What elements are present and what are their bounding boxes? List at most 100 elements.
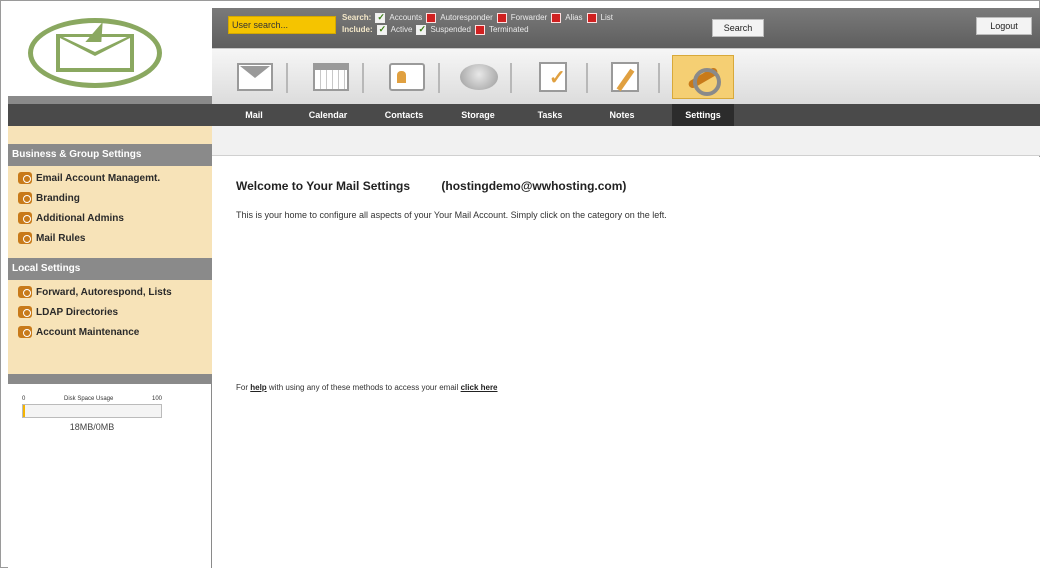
calendar-tool[interactable] bbox=[306, 55, 356, 99]
tab-notes[interactable]: Notes bbox=[602, 104, 642, 126]
tab-storage[interactable]: Storage bbox=[452, 104, 504, 126]
settings-tool[interactable] bbox=[672, 55, 734, 99]
main-content: Welcome to Your Mail Settings (hostingde… bbox=[212, 157, 1040, 568]
contacts-icon bbox=[389, 63, 425, 91]
settings-item-icon bbox=[18, 326, 32, 338]
contacts-tool[interactable] bbox=[382, 55, 432, 99]
sidebar-item-label: Forward, Autorespond, Lists bbox=[36, 286, 172, 298]
storage-tool[interactable] bbox=[454, 55, 504, 99]
disk-usage-fill bbox=[23, 405, 25, 417]
user-search-input[interactable]: User search... bbox=[228, 16, 336, 34]
sidebar-item-account-maintenance[interactable]: Account Maintenance bbox=[18, 326, 139, 338]
settings-item-icon bbox=[18, 172, 32, 184]
list-checkbox[interactable] bbox=[586, 13, 597, 23]
tab-settings[interactable]: Settings bbox=[672, 104, 734, 126]
mail-tool[interactable] bbox=[230, 55, 280, 99]
settings-icon bbox=[683, 62, 723, 96]
logo bbox=[8, 8, 212, 98]
disk-usage-widget: 0 Disk Space Usage 100 18MB/0MB bbox=[22, 396, 162, 432]
click-here-link[interactable]: click here bbox=[461, 383, 498, 392]
sidebar-item-label: Email Account Managemt. bbox=[36, 172, 161, 184]
sidebar-item-ldap-directories[interactable]: LDAP Directories bbox=[18, 306, 118, 318]
separator bbox=[286, 63, 288, 93]
sidebar-item-email-account-management[interactable]: Email Account Managemt. bbox=[18, 172, 160, 184]
account-email: (hostingdemo@wwhosting.com) bbox=[441, 179, 627, 193]
disk-min: 0 bbox=[22, 396, 26, 402]
tab-tasks[interactable]: Tasks bbox=[530, 104, 570, 126]
tab-contacts[interactable]: Contacts bbox=[376, 104, 432, 126]
help-prefix: For bbox=[236, 383, 248, 392]
separator bbox=[510, 63, 512, 93]
terminated-option-label: Terminated bbox=[488, 25, 529, 34]
separator bbox=[362, 63, 364, 93]
header-divider bbox=[8, 96, 212, 104]
welcome-title: Welcome to Your Mail Settings bbox=[236, 179, 411, 193]
active-checkbox[interactable] bbox=[376, 23, 387, 35]
search-label: Search: bbox=[342, 13, 372, 22]
include-options-row: Include: Active Suspended Terminated bbox=[342, 23, 613, 36]
notes-icon bbox=[611, 62, 639, 92]
sidebar-item-label: Branding bbox=[36, 192, 80, 204]
top-bar: User search... Search: Accounts Autoresp… bbox=[212, 8, 1040, 48]
help-middle: with using any of these methods to acces… bbox=[268, 383, 459, 392]
accounts-checkbox[interactable] bbox=[375, 11, 386, 23]
intro-text: This is your home to configure all aspec… bbox=[236, 210, 667, 220]
app-icon-toolbar bbox=[212, 48, 1040, 104]
settings-item-icon bbox=[18, 232, 32, 244]
accounts-option-label: Accounts bbox=[389, 13, 423, 22]
settings-item-icon bbox=[18, 212, 32, 224]
search-button[interactable]: Search bbox=[712, 19, 764, 37]
section-local-settings: Local Settings bbox=[8, 258, 212, 280]
suspended-checkbox[interactable] bbox=[416, 23, 427, 35]
logout-button[interactable]: Logout bbox=[976, 17, 1032, 35]
tasks-tool[interactable] bbox=[528, 55, 578, 99]
disk-max: 100 bbox=[151, 396, 162, 402]
tasks-icon bbox=[539, 62, 567, 92]
sidebar-item-label: LDAP Directories bbox=[36, 306, 119, 318]
autoresponder-option-label: Autoresponder bbox=[440, 13, 493, 22]
disk-usage-label: Disk Space Usage bbox=[63, 396, 114, 402]
section-business-settings: Business & Group Settings bbox=[8, 144, 212, 166]
separator bbox=[586, 63, 588, 93]
settings-item-icon bbox=[18, 286, 32, 298]
disk-usage-scale: 0 Disk Space Usage 100 bbox=[22, 396, 162, 402]
forwarder-option-label: Forwarder bbox=[510, 13, 548, 22]
sidebar-item-forward-autorespond-lists[interactable]: Forward, Autorespond, Lists bbox=[18, 286, 172, 298]
alias-option-label: Alias bbox=[565, 13, 583, 22]
active-option-label: Active bbox=[390, 25, 413, 34]
help-link[interactable]: help bbox=[250, 383, 266, 392]
main-nav: Mail Calendar Contacts Storage Tasks Not… bbox=[212, 104, 1040, 126]
storage-icon bbox=[460, 64, 498, 90]
suspended-option-label: Suspended bbox=[430, 25, 471, 34]
autoresponder-checkbox[interactable] bbox=[426, 13, 437, 23]
sidebar-item-label: Account Maintenance bbox=[36, 326, 140, 338]
settings-item-icon bbox=[18, 306, 32, 318]
search-options: Search: Accounts Autoresponder Forwarder… bbox=[342, 11, 613, 36]
sidebar: Business & Group Settings Email Account … bbox=[8, 126, 212, 568]
alias-checkbox[interactable] bbox=[551, 13, 562, 23]
page-title: Welcome to Your Mail Settings (hostingde… bbox=[236, 179, 626, 193]
disk-usage-text: 18MB/0MB bbox=[69, 422, 115, 432]
subnav-strip bbox=[212, 126, 1040, 156]
notes-tool[interactable] bbox=[600, 55, 650, 99]
list-option-label: List bbox=[600, 13, 613, 22]
sidebar-divider bbox=[8, 374, 212, 384]
mail-icon bbox=[237, 63, 273, 91]
settings-item-icon bbox=[18, 192, 32, 204]
sidebar-item-mail-rules[interactable]: Mail Rules bbox=[18, 232, 85, 244]
separator bbox=[658, 63, 660, 93]
tab-mail[interactable]: Mail bbox=[234, 104, 274, 126]
sidebar-item-label: Mail Rules bbox=[36, 232, 86, 244]
sidebar-item-additional-admins[interactable]: Additional Admins bbox=[18, 212, 124, 224]
sidebar-item-label: Additional Admins bbox=[36, 212, 124, 224]
disk-usage-bar bbox=[22, 404, 162, 418]
sidebar-header-bar bbox=[8, 104, 212, 126]
calendar-icon bbox=[313, 63, 349, 91]
tab-calendar[interactable]: Calendar bbox=[300, 104, 356, 126]
help-line: For help with using any of these methods… bbox=[236, 383, 498, 392]
forwarder-checkbox[interactable] bbox=[496, 13, 507, 23]
separator bbox=[438, 63, 440, 93]
sidebar-item-branding[interactable]: Branding bbox=[18, 192, 80, 204]
terminated-checkbox[interactable] bbox=[474, 25, 485, 35]
include-label: Include: bbox=[342, 25, 373, 34]
